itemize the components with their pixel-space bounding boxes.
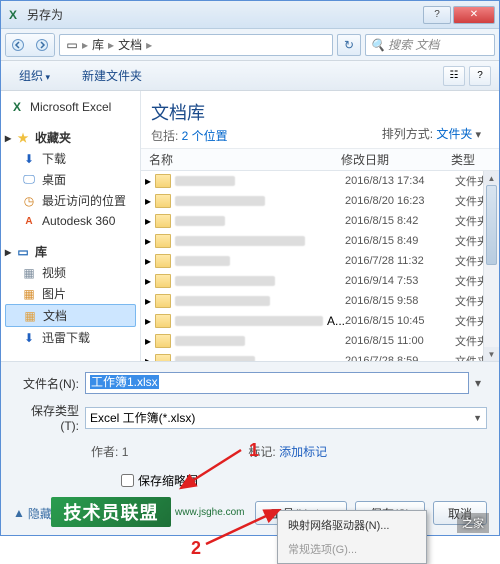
breadcrumb[interactable]: ▭ ▸ 库 ▸ 文档 ▸ bbox=[59, 34, 333, 56]
folder-icon bbox=[155, 354, 171, 361]
save-as-dialog: X 另存为 ? ✕ ▭ ▸ 库 ▸ 文档 ▸ ↻ 🔍 搜索 文档 组织 新建文件… bbox=[0, 0, 500, 536]
sidebar-desktop[interactable]: 🖵桌面 bbox=[5, 169, 136, 190]
scrollbar[interactable]: ▲ ▼ bbox=[483, 171, 499, 361]
tools-menu: 映射网络驱动器(N)... 常规选项(G)... bbox=[277, 510, 427, 564]
list-item: ▸2016/7/28 8:59文件夹 bbox=[141, 351, 499, 361]
list-item: ▸2016/8/20 16:23文件夹 bbox=[141, 191, 499, 211]
folder-icon bbox=[155, 294, 171, 308]
list-item: ▸2016/8/15 8:49文件夹 bbox=[141, 231, 499, 251]
library-title: 文档库 bbox=[151, 99, 228, 125]
star-icon: ★ bbox=[15, 130, 31, 146]
folder-icon bbox=[155, 174, 171, 188]
col-date[interactable]: 修改日期 bbox=[341, 151, 451, 168]
filetype-combo[interactable]: Excel 工作簿(*.xlsx)▼ bbox=[85, 407, 487, 429]
download-icon: ⬇ bbox=[21, 330, 37, 346]
sidebar-downloads[interactable]: ⬇下载 bbox=[5, 148, 136, 169]
column-headers[interactable]: 名称 修改日期 类型 bbox=[141, 149, 499, 171]
window-title: 另存为 bbox=[27, 6, 423, 23]
filename-input[interactable]: 工作簿1.xlsx bbox=[85, 372, 469, 394]
list-item: ▸ A...2016/8/15 10:45文件夹 bbox=[141, 311, 499, 331]
library-icon: ▭ bbox=[15, 244, 31, 260]
thumbnail-checkbox[interactable] bbox=[121, 474, 134, 487]
folder-icon bbox=[155, 234, 171, 248]
list-item: ▸2016/7/28 11:32文件夹 bbox=[141, 251, 499, 271]
sidebar-excel[interactable]: X Microsoft Excel bbox=[5, 97, 136, 117]
menu-general-options[interactable]: 常规选项(G)... bbox=[280, 537, 424, 561]
sidebar-autodesk[interactable]: AAutodesk 360 bbox=[5, 211, 136, 231]
chevron-up-icon: ▲ bbox=[13, 506, 25, 520]
annotation-2: 2 bbox=[191, 538, 201, 559]
watermark: 技术员联盟 www.jsghe.com bbox=[51, 497, 244, 527]
folder-icon bbox=[155, 334, 171, 348]
organize-button[interactable]: 组织 bbox=[9, 64, 60, 87]
add-tags-link[interactable]: 添加标记 bbox=[279, 445, 327, 459]
help-icon[interactable]: ? bbox=[469, 66, 491, 86]
dropdown-icon[interactable]: ▾ bbox=[469, 376, 487, 390]
main-panel: 文档库 包括: 2 个位置 排列方式: 文件夹 ▾ 名称 修改日期 类型 ▸20… bbox=[141, 91, 499, 361]
list-item: ▸2016/8/15 9:58文件夹 bbox=[141, 291, 499, 311]
list-item: ▸2016/9/14 7:53文件夹 bbox=[141, 271, 499, 291]
titlebar: X 另存为 ? ✕ bbox=[1, 1, 499, 29]
folder-icon bbox=[155, 214, 171, 228]
list-item: ▸2016/8/15 8:42文件夹 bbox=[141, 211, 499, 231]
sidebar: X Microsoft Excel ▸★ 收藏夹 ⬇下载 🖵桌面 ◷最近访问的位… bbox=[1, 91, 141, 361]
document-icon: ▦ bbox=[22, 308, 38, 324]
help-button[interactable]: ? bbox=[423, 6, 451, 24]
refresh-button[interactable]: ↻ bbox=[337, 34, 361, 56]
filename-label: 文件名(N): bbox=[13, 375, 85, 392]
bottom-panel: 文件名(N): 工作簿1.xlsx ▾ 保存类型(T): Excel 工作簿(*… bbox=[1, 361, 499, 535]
back-button[interactable] bbox=[6, 34, 30, 56]
view-button[interactable]: ☷ bbox=[443, 66, 465, 86]
new-folder-button[interactable]: 新建文件夹 bbox=[72, 64, 152, 87]
autodesk-icon: A bbox=[21, 213, 37, 229]
sidebar-documents[interactable]: ▦文档 bbox=[5, 304, 136, 327]
scroll-thumb[interactable] bbox=[486, 185, 497, 265]
sidebar-xunlei[interactable]: ⬇迅雷下载 bbox=[5, 327, 136, 348]
locations-link[interactable]: 2 个位置 bbox=[182, 129, 228, 143]
list-item: ▸2016/8/15 11:00文件夹 bbox=[141, 331, 499, 351]
folder-icon bbox=[155, 314, 171, 328]
file-list[interactable]: ▸2016/8/13 17:34文件夹 ▸2016/8/20 16:23文件夹 … bbox=[141, 171, 499, 361]
folder-icon bbox=[155, 194, 171, 208]
picture-icon: ▦ bbox=[21, 286, 37, 302]
clock-icon: ◷ bbox=[21, 193, 37, 209]
download-icon: ⬇ bbox=[21, 151, 37, 167]
filetype-label: 保存类型(T): bbox=[13, 402, 85, 433]
address-bar: ▭ ▸ 库 ▸ 文档 ▸ ↻ 🔍 搜索 文档 bbox=[1, 29, 499, 61]
sidebar-videos[interactable]: ▦视频 bbox=[5, 262, 136, 283]
sidebar-recent[interactable]: ◷最近访问的位置 bbox=[5, 190, 136, 211]
menu-map-drive[interactable]: 映射网络驱动器(N)... bbox=[280, 513, 424, 537]
watermark-2: 之家 bbox=[457, 513, 489, 533]
folder-icon bbox=[155, 274, 171, 288]
list-item: ▸2016/8/13 17:34文件夹 bbox=[141, 171, 499, 191]
col-type[interactable]: 类型 bbox=[451, 151, 499, 168]
sidebar-pictures[interactable]: ▦图片 bbox=[5, 283, 136, 304]
excel-icon: X bbox=[5, 7, 21, 23]
forward-button[interactable] bbox=[30, 34, 54, 56]
toolbar: 组织 新建文件夹 ☷ ? bbox=[1, 61, 499, 91]
col-name[interactable]: 名称 bbox=[141, 151, 341, 168]
library-icon: ▭ bbox=[64, 37, 80, 53]
desktop-icon: 🖵 bbox=[21, 172, 37, 188]
search-input[interactable]: 🔍 搜索 文档 bbox=[365, 34, 495, 56]
video-icon: ▦ bbox=[21, 265, 37, 281]
scroll-up[interactable]: ▲ bbox=[484, 171, 499, 185]
sidebar-libraries[interactable]: ▸▭ 库 bbox=[5, 241, 136, 262]
folder-icon bbox=[155, 254, 171, 268]
sidebar-favorites[interactable]: ▸★ 收藏夹 bbox=[5, 127, 136, 148]
chevron-down-icon: ▼ bbox=[473, 413, 482, 423]
scroll-down[interactable]: ▼ bbox=[484, 347, 499, 361]
search-icon: 🔍 bbox=[370, 38, 385, 52]
close-button[interactable]: ✕ bbox=[453, 6, 495, 24]
excel-icon: X bbox=[9, 99, 25, 115]
annotation-arrow-1 bbox=[171, 440, 261, 500]
sort-link[interactable]: 文件夹 bbox=[436, 127, 472, 141]
